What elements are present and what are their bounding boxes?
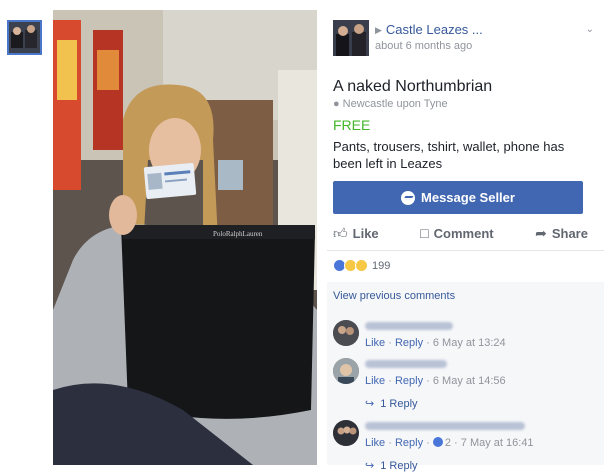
comment-reaction-count: 2 <box>444 437 451 449</box>
comment-like-link[interactable]: Like <box>365 375 385 387</box>
wow-reaction-icon <box>355 259 368 272</box>
comment-meta: Like · Reply · 6 May at 14:56 <box>365 375 506 387</box>
group-name: Castle Leazes ... <box>385 22 483 37</box>
pants-brand-label: PoloRalphLauren <box>213 230 263 238</box>
comment-reply-link[interactable]: Reply <box>395 437 423 449</box>
commenter-name-blurred[interactable] <box>365 360 447 368</box>
commenter-name-blurred[interactable] <box>365 322 453 330</box>
post-time: about 6 months ago <box>375 40 473 52</box>
message-seller-button[interactable]: Message Seller <box>333 181 583 214</box>
commenter-avatar[interactable] <box>333 358 359 384</box>
message-seller-label: Message Seller <box>421 190 515 205</box>
chevron-down-icon[interactable]: ⌄ <box>586 24 594 35</box>
group-name-link[interactable]: ▶ Castle Leazes ... <box>375 22 483 37</box>
commenter-name-blurred[interactable] <box>365 422 525 430</box>
location-pin-icon: ● <box>333 98 340 110</box>
location-text: Newcastle upon Tyne <box>342 98 448 110</box>
comment-time: 6 May at 14:56 <box>432 375 506 387</box>
reactions-summary[interactable]: 199 <box>333 259 390 272</box>
listing-location: ● Newcastle upon Tyne <box>333 98 448 110</box>
photo-thumbnail[interactable] <box>7 20 42 55</box>
comment-label: Comment <box>433 225 494 241</box>
like-reaction-icon <box>432 437 443 447</box>
commenter-avatar[interactable] <box>333 420 359 446</box>
comment-meta: Like · Reply · 6 May at 13:24 <box>365 337 506 349</box>
comment-reply-link[interactable]: Reply <box>395 337 423 349</box>
comment-reply-link[interactable]: Reply <box>395 375 423 387</box>
listing-title: A naked Northumbrian <box>333 78 493 95</box>
commenter-avatar[interactable] <box>333 320 359 346</box>
like-label: Like <box>352 225 379 241</box>
comment-like-link[interactable]: Like <box>365 337 385 349</box>
comment-time: 6 May at 13:24 <box>432 337 506 349</box>
reaction-count: 199 <box>372 259 391 272</box>
comment-button[interactable]: □ Comment <box>420 222 493 244</box>
messenger-icon <box>401 190 416 205</box>
view-replies-link[interactable]: ↪ 1 Reply <box>365 459 418 472</box>
replies-count: 1 Reply <box>380 460 418 472</box>
replies-count: 1 Reply <box>380 398 418 410</box>
caret-right-icon: ▶ <box>375 25 382 35</box>
listing-photo: PoloRalphLauren <box>53 10 317 465</box>
like-button[interactable]: 👍︎ Like <box>333 222 379 244</box>
view-replies-link[interactable]: ↪ 1 Reply <box>365 397 418 410</box>
comments-section: View previous comments Like · Reply · 6 … <box>327 282 604 472</box>
share-button[interactable]: ➦ Share <box>535 222 588 244</box>
share-label: Share <box>551 225 588 241</box>
view-previous-comments-link[interactable]: View previous comments <box>333 290 455 302</box>
comment-meta: Like · Reply · 2 · 7 May at 16:41 <box>365 437 534 449</box>
divider <box>327 250 604 251</box>
comment-like-link[interactable]: Like <box>365 437 385 449</box>
listing-description: Pants, trousers, tshirt, wallet, phone h… <box>333 139 565 171</box>
reply-arrow-icon: ↪ <box>365 398 375 410</box>
listing-detail-panel: ▶ Castle Leazes ... about 6 months ago ⌄ … <box>317 10 604 472</box>
listing-price: FREE <box>333 117 371 133</box>
action-bar: 👍︎ Like □ Comment ➦ Share <box>333 222 588 244</box>
share-arrow-icon: ➦ <box>535 224 547 241</box>
seller-avatar[interactable] <box>333 20 369 56</box>
comment-time: 7 May at 16:41 <box>460 437 534 449</box>
speech-bubble-icon: □ <box>420 225 429 241</box>
thumbs-up-icon: 👍︎ <box>333 224 348 241</box>
photo-thumbnail-strip <box>0 0 53 475</box>
reply-arrow-icon: ↪ <box>365 460 375 472</box>
